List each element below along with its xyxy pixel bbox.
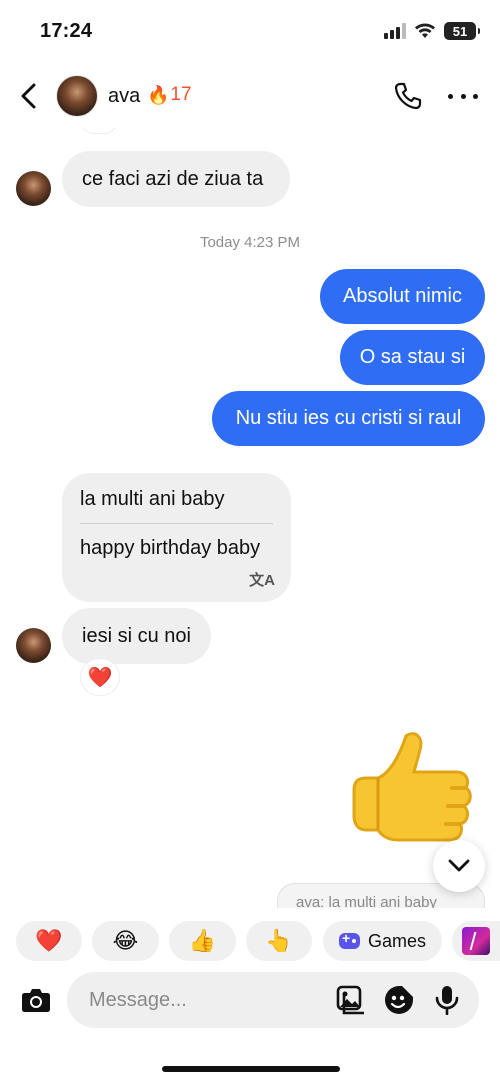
message-timestamp: Today 4:23 PM (199, 234, 301, 251)
app-shortcut-button[interactable] (452, 921, 500, 961)
app-icon (462, 927, 490, 955)
message-composer (0, 972, 500, 1028)
gamepad-icon (339, 930, 360, 949)
heart-icon: ❤️ (87, 666, 113, 689)
chat-header: ava 🔥 17 (0, 66, 500, 128)
gallery-icon (336, 985, 364, 1015)
wifi-icon (415, 23, 435, 38)
phone-icon (394, 82, 422, 110)
microphone-icon (435, 986, 459, 1015)
more-options-button[interactable] (448, 86, 478, 106)
games-button[interactable]: Games (323, 921, 442, 961)
chevron-down-icon (448, 859, 470, 872)
status-icons: 51 (384, 22, 480, 40)
quick-reaction-laugh[interactable]: 😂 (92, 921, 159, 961)
heart-reaction[interactable]: ❤️ (80, 658, 120, 696)
outgoing-message[interactable]: O sa stau si (340, 330, 485, 385)
status-bar: 17:24 51 (0, 0, 500, 60)
quick-reaction-heart[interactable]: ❤️ (16, 921, 82, 961)
scroll-to-bottom-button[interactable] (433, 840, 485, 892)
incoming-message[interactable]: iesi si cu noi (62, 608, 211, 664)
fire-icon: 🔥 (147, 84, 170, 105)
camera-button[interactable] (16, 980, 56, 1020)
reaction-stub (80, 128, 118, 134)
message-thread[interactable]: ce faci azi de ziua ta Today 4:23 PM Abs… (0, 128, 500, 908)
games-label: Games (367, 930, 426, 951)
cellular-signal-icon (384, 23, 406, 39)
outgoing-message[interactable]: Absolut nimic (320, 269, 485, 324)
more-horizontal-icon (448, 93, 453, 99)
thumbs-up-sticker[interactable] (348, 728, 476, 858)
quick-reactions-bar: ❤️ 😂 👍 👆 Games (0, 919, 500, 965)
sticker-button[interactable] (383, 984, 415, 1016)
home-indicator[interactable] (162, 1066, 340, 1072)
battery-indicator: 51 (444, 22, 480, 40)
streak-badge: 🔥 17 (147, 84, 192, 106)
sender-avatar[interactable] (16, 171, 51, 206)
message-input[interactable] (89, 972, 329, 1028)
translate-icon[interactable]: 文A (249, 569, 275, 590)
translation-divider (80, 523, 273, 524)
call-button[interactable] (392, 80, 424, 112)
translated-text: happy birthday baby (80, 537, 261, 559)
back-button[interactable] (14, 80, 44, 112)
sticker-icon (385, 986, 413, 1014)
quick-reaction-point-up[interactable]: 👆 (246, 921, 312, 961)
gallery-button[interactable] (335, 984, 367, 1016)
streak-count: 17 (170, 84, 192, 105)
voice-message-button[interactable] (431, 984, 463, 1016)
incoming-message[interactable]: ce faci azi de ziua ta (62, 151, 290, 207)
contact-avatar[interactable] (56, 75, 98, 117)
contact-name[interactable]: ava (108, 85, 140, 108)
message-input-container (67, 972, 479, 1028)
camera-icon (22, 989, 50, 1012)
quick-reaction-thumbs-up[interactable]: 👍 (169, 921, 236, 961)
chevron-left-icon (21, 83, 36, 109)
original-text: la multi ani baby (80, 488, 225, 510)
sender-avatar[interactable] (16, 628, 51, 663)
outgoing-message[interactable]: Nu stiu ies cu cristi si raul (212, 391, 485, 446)
translated-message[interactable]: la multi ani baby happy birthday baby 文A (62, 473, 291, 602)
status-time: 17:24 (40, 20, 93, 42)
